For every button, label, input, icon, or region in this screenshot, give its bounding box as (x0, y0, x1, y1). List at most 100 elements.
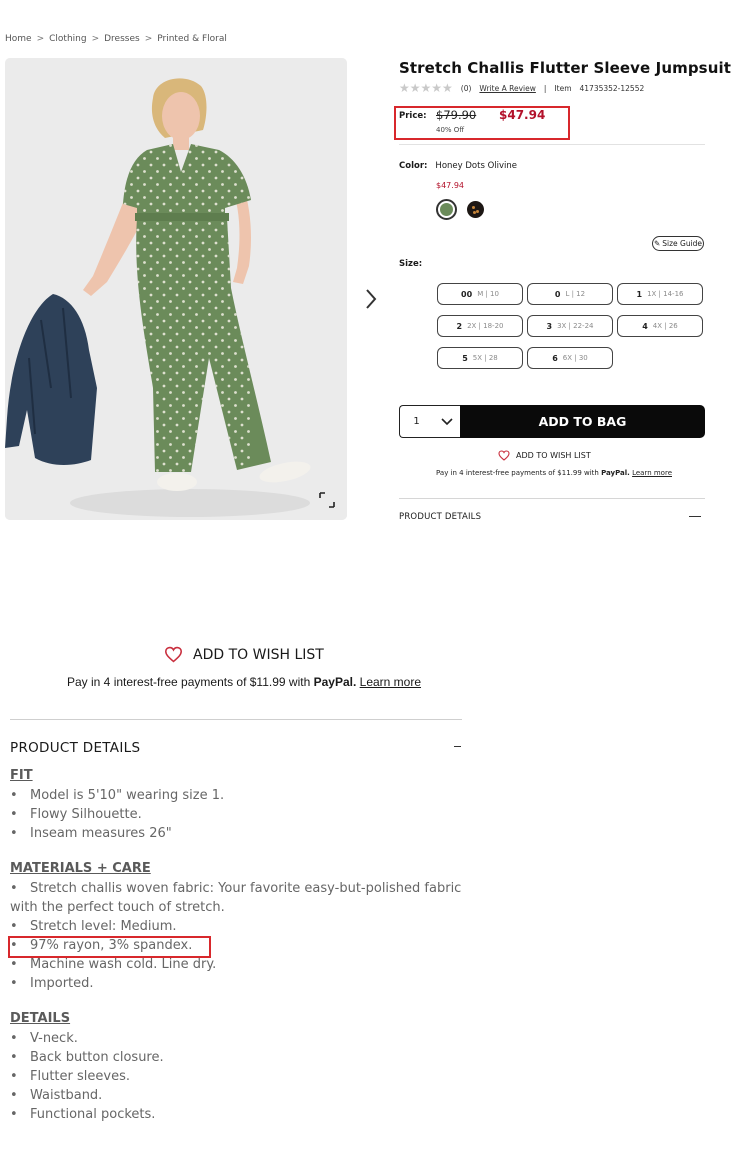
add-to-wish-list-button[interactable]: ADD TO WISH LIST (498, 450, 591, 461)
fit-heading: FIT (10, 768, 33, 783)
list-item: • Model is 5'10" wearing size 1. (10, 788, 225, 803)
paypal-learn-more-link[interactable]: Learn more (632, 469, 672, 477)
list-item-continued: with the perfect touch of stretch. (10, 900, 225, 915)
product-details-heading[interactable]: PRODUCT DETAILS (10, 740, 140, 756)
paypal-text: Pay in 4 interest-free payments of $11.9… (67, 675, 311, 689)
size-option[interactable]: 0 L | 12 (527, 283, 613, 305)
breadcrumb-clothing[interactable]: Clothing (49, 34, 86, 44)
list-item: • Flutter sleeves. (10, 1069, 130, 1084)
write-review-link[interactable]: Write A Review (479, 84, 535, 93)
size-alt: L | 12 (565, 290, 586, 298)
size-value: 6 (552, 353, 558, 363)
size-option[interactable]: 3 3X | 22-24 (527, 315, 613, 337)
size-value: 3 (546, 321, 553, 331)
divider (399, 498, 705, 499)
size-value: 2 (456, 321, 463, 331)
divider (399, 144, 705, 145)
paypal-brand: PayPal. (313, 675, 357, 689)
breadcrumb-separator: > (144, 34, 153, 44)
wish-list-label: ADD TO WISH LIST (516, 451, 591, 460)
size-label: Size: (399, 259, 423, 269)
product-title: Stretch Challis Flutter Sleeve Jumpsuit (399, 59, 732, 77)
rating-count: (0) (460, 83, 472, 93)
heart-icon (164, 646, 183, 663)
materials-care-heading: MATERIALS + CARE (10, 861, 151, 876)
paypal-brand: PayPal. (601, 469, 630, 477)
color-label: Color: (399, 161, 428, 171)
sale-price: $47.94 (499, 108, 546, 122)
size-alt: M | 10 (477, 290, 499, 298)
item-separator: | (543, 83, 547, 93)
size-value: 5 (462, 353, 468, 363)
size-value: 00 (461, 289, 473, 299)
product-image[interactable] (5, 58, 347, 520)
color-row: Color: Honey Dots Olivine (399, 161, 517, 171)
heart-icon (498, 450, 510, 461)
collapse-minus-icon[interactable] (454, 746, 461, 747)
color-name: Honey Dots Olivine (435, 161, 517, 171)
size-alt: 2X | 18-20 (467, 322, 504, 330)
size-value: 0 (554, 289, 561, 299)
paypal-message: Pay in 4 interest-free payments of $11.9… (436, 469, 672, 477)
size-guide-button[interactable]: ✎ Size Guide (652, 236, 704, 251)
expand-icon[interactable] (319, 492, 335, 508)
list-item: • Flowy Silhouette. (10, 807, 142, 822)
paypal-message-large: Pay in 4 interest-free payments of $11.9… (67, 675, 421, 689)
list-item: • Waistband. (10, 1088, 103, 1103)
breadcrumb-dresses[interactable]: Dresses (104, 34, 140, 44)
add-to-wish-list-button-large[interactable]: ADD TO WISH LIST (164, 646, 324, 663)
quantity-select[interactable]: 1 (399, 405, 433, 438)
size-option[interactable]: 00 M | 10 (437, 283, 523, 305)
size-alt: 3X | 22-24 (557, 322, 594, 330)
color-swatch-honey-dots-olivine[interactable] (436, 199, 457, 220)
size-alt: 4X | 26 (652, 322, 678, 330)
divider (10, 719, 462, 720)
breadcrumb-printed-floral[interactable]: Printed & Floral (157, 34, 227, 44)
item-number: 41735352-12552 (579, 83, 645, 93)
discount-text: 40% Off (436, 126, 465, 134)
price-label: Price: (399, 111, 427, 121)
size-option[interactable]: 1 1X | 14-16 (617, 283, 703, 305)
size-option[interactable]: 6 6X | 30 (527, 347, 613, 369)
model-photo (5, 58, 347, 520)
size-option[interactable]: 2 2X | 18-20 (437, 315, 523, 337)
list-item: • Stretch challis woven fabric: Your favo… (10, 881, 462, 896)
original-price: $79.90 (436, 108, 477, 122)
list-item: • Imported. (10, 976, 94, 991)
size-option[interactable]: 5 5X | 28 (437, 347, 523, 369)
color-swatch-dark-floral[interactable] (467, 201, 484, 218)
breadcrumb-separator: > (36, 34, 45, 44)
breadcrumb-separator: > (91, 34, 100, 44)
chevron-down-icon (440, 417, 453, 425)
size-alt: 5X | 28 (472, 354, 498, 362)
size-option[interactable]: 4 4X | 26 (617, 315, 703, 337)
size-alt: 1X | 14-16 (647, 290, 684, 298)
product-details-toggle[interactable]: PRODUCT DETAILS (399, 512, 481, 522)
rating-stars-icon: ★★★★★ (399, 81, 453, 95)
wish-list-label: ADD TO WISH LIST (193, 646, 324, 663)
list-item: • Inseam measures 26" (10, 826, 172, 841)
list-item: • Stretch level: Medium. (10, 919, 177, 934)
size-value: 1 (636, 289, 643, 299)
list-item: • Machine wash cold. Line dry. (10, 957, 217, 972)
paypal-learn-more-link[interactable]: Learn more (360, 675, 421, 689)
list-item: • Functional pockets. (10, 1107, 156, 1122)
list-item: • V-neck. (10, 1031, 78, 1046)
ruler-icon: ✎ (653, 239, 661, 248)
next-image-arrow-icon[interactable] (360, 284, 382, 314)
details-heading: DETAILS (10, 1011, 71, 1026)
item-number-label: Item (554, 83, 572, 93)
size-alt: 6X | 30 (562, 354, 588, 362)
size-value: 4 (642, 321, 648, 331)
paypal-text: Pay in 4 interest-free payments of $11.9… (436, 469, 599, 477)
collapse-minus-icon[interactable] (689, 516, 701, 517)
add-to-bag-button[interactable]: ADD TO BAG (460, 405, 705, 438)
rating-row: ★★★★★ (0) Write A Review | Item 41735352… (399, 82, 644, 94)
breadcrumb-home[interactable]: Home (5, 34, 32, 44)
size-guide-label: Size Guide (662, 239, 703, 248)
color-price: $47.94 (436, 181, 464, 190)
quantity-dropdown[interactable] (433, 405, 460, 438)
fabric-highlight-box (8, 936, 211, 958)
list-item: • Back button closure. (10, 1050, 164, 1065)
breadcrumb: Home > Clothing > Dresses > Printed & Fl… (5, 34, 227, 44)
